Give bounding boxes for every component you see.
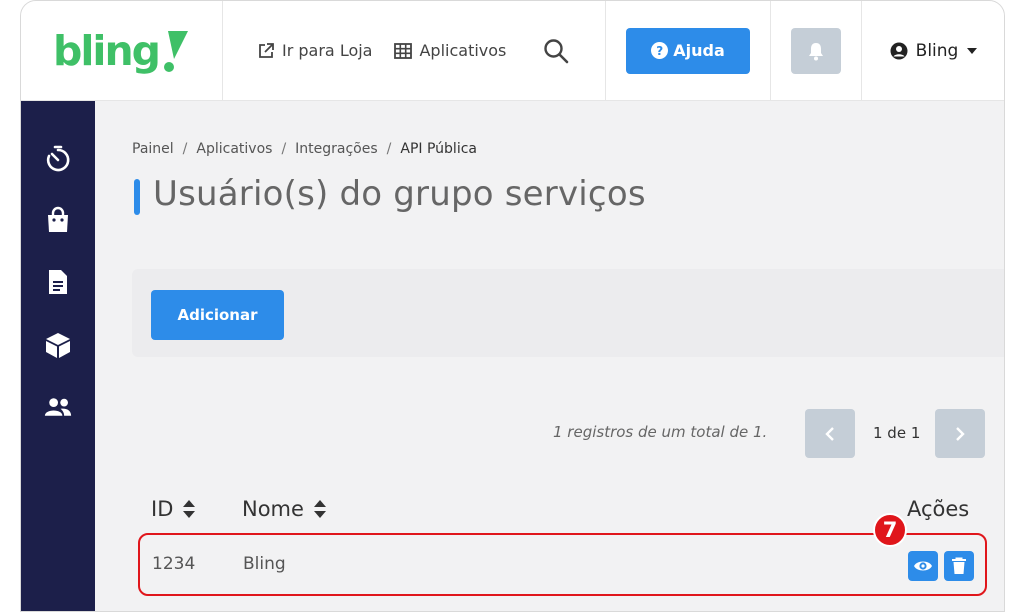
top-header: bling Ir para Loja Aplicativos ? Ajuda B… — [21, 1, 1004, 101]
search-icon — [544, 38, 569, 63]
box-icon — [46, 333, 70, 358]
trash-icon — [952, 557, 966, 574]
breadcrumb-aplicativos[interactable]: Aplicativos — [196, 141, 272, 157]
delete-button[interactable] — [944, 551, 974, 581]
column-header-name[interactable]: Nome — [242, 497, 327, 521]
title-accent-bar — [134, 179, 140, 215]
breadcrumb: Painel / Aplicativos / Integrações / API… — [132, 141, 477, 157]
breadcrumb-painel[interactable]: Painel — [132, 141, 174, 157]
users-icon — [44, 398, 72, 416]
brand-mark-icon — [164, 30, 188, 72]
apps-link[interactable]: Aplicativos — [394, 41, 506, 60]
breadcrumb-separator: / — [281, 141, 287, 157]
view-button[interactable] — [908, 551, 938, 581]
user-avatar-icon — [890, 42, 908, 59]
next-page-button[interactable] — [935, 409, 985, 458]
user-name: Bling — [915, 40, 959, 61]
shopping-bag-icon — [48, 206, 68, 232]
row-id: 1234 — [152, 554, 196, 574]
breadcrumb-current: API Pública — [400, 141, 477, 157]
page-title: Usuário(s) do grupo serviços — [153, 174, 646, 214]
sidebar-item-dashboard[interactable] — [44, 145, 72, 173]
caret-down-icon — [967, 47, 978, 54]
sidebar-item-contacts[interactable] — [44, 393, 72, 421]
search-button[interactable] — [543, 38, 569, 64]
user-menu[interactable]: Bling — [862, 1, 1004, 100]
column-header-actions: Ações — [907, 497, 969, 521]
go-to-store-link[interactable]: Ir para Loja — [257, 41, 372, 60]
document-icon — [49, 270, 67, 294]
table-row: 1234 Bling — [138, 533, 987, 596]
breadcrumb-separator: / — [386, 141, 392, 157]
stopwatch-icon — [46, 145, 70, 172]
help-cell: ? Ajuda — [606, 1, 771, 100]
notifications-cell — [771, 1, 862, 100]
column-header-id-label: ID — [151, 497, 174, 521]
sort-icon — [183, 500, 196, 518]
sidebar-item-products[interactable] — [44, 331, 72, 359]
breadcrumb-separator: / — [182, 141, 188, 157]
help-label: Ajuda — [673, 41, 725, 60]
records-summary: 1 registros de um total de 1. — [553, 423, 768, 441]
bell-icon — [809, 42, 823, 60]
action-toolbar: Adicionar — [132, 269, 1004, 357]
question-icon: ? — [651, 42, 669, 59]
column-header-actions-label: Ações — [907, 497, 970, 521]
chevron-right-icon — [956, 426, 965, 441]
row-name: Bling — [243, 554, 286, 574]
breadcrumb-integracoes[interactable]: Integrações — [295, 141, 378, 157]
brand-logo[interactable]: bling — [21, 1, 223, 100]
app-window: bling Ir para Loja Aplicativos ? Ajuda B… — [20, 0, 1005, 612]
column-header-id[interactable]: ID — [151, 497, 196, 521]
sort-icon — [313, 500, 326, 518]
brand-name: bling — [53, 26, 161, 75]
previous-page-button[interactable] — [805, 409, 855, 458]
go-to-store-label: Ir para Loja — [282, 41, 373, 60]
column-header-name-label: Nome — [242, 497, 304, 521]
grid-icon — [394, 42, 413, 59]
external-link-icon — [259, 42, 274, 58]
chevron-left-icon — [825, 426, 834, 441]
apps-label: Aplicativos — [419, 41, 507, 60]
notifications-button[interactable] — [791, 27, 841, 74]
page-info: 1 de 1 — [873, 424, 921, 442]
header-links: Ir para Loja Aplicativos — [223, 1, 606, 100]
help-button[interactable]: ? Ajuda — [626, 27, 750, 74]
add-button[interactable]: Adicionar — [151, 290, 284, 340]
sidebar-item-documents[interactable] — [44, 268, 72, 296]
step-badge: 7 — [873, 513, 907, 547]
main-content: Painel / Aplicativos / Integrações / API… — [95, 101, 1004, 611]
eye-icon — [914, 561, 932, 571]
sidebar-item-sales[interactable] — [44, 206, 72, 234]
sidebar — [21, 101, 95, 611]
